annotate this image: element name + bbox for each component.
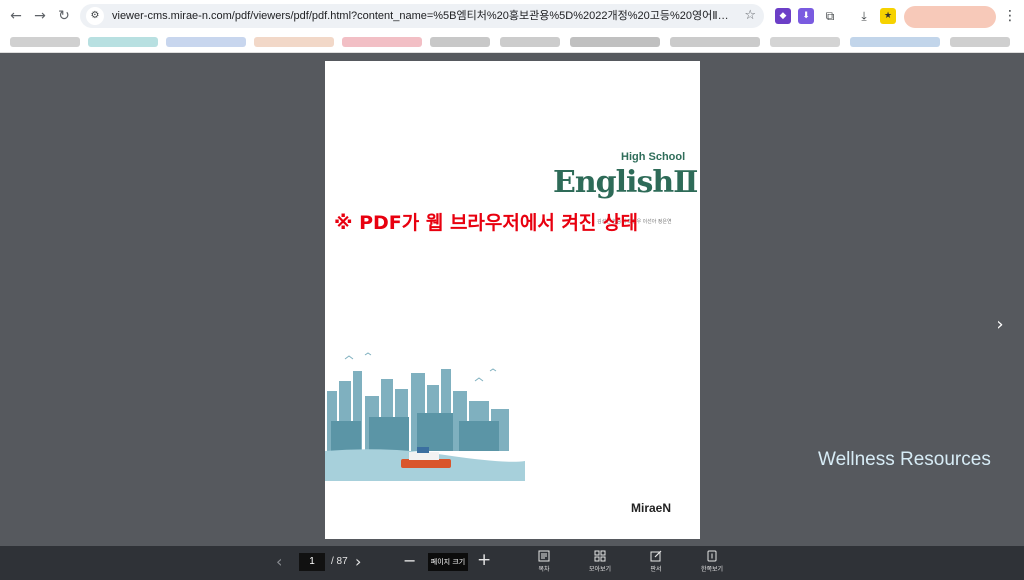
bookmark-item[interactable] [670,37,760,47]
bookmark-item[interactable] [570,37,660,47]
bookmark-item[interactable] [88,37,158,47]
overview-button[interactable]: 모아보기 [580,550,620,578]
puzzle-icon[interactable]: ⧉ [822,8,838,24]
watermark-text: Wellness Resources [818,449,991,470]
site-info-icon[interactable]: ⚙ [86,7,104,25]
download-extension-icon[interactable]: ⬇ [798,8,814,24]
address-bar[interactable]: ⚙ viewer-cms.mirae-n.com/pdf/viewers/pdf… [80,4,764,28]
single-page-button[interactable]: 한쪽보기 [692,550,732,578]
book-title: EnglishⅡ [553,165,698,200]
grid-icon [594,550,606,562]
single-page-icon [707,550,717,562]
viewer-status-note: ※ PDF가 웹 브라우저에서 켜진 상태 [334,212,638,234]
url-text[interactable]: viewer-cms.mirae-n.com/pdf/viewers/pdf/p… [112,4,732,28]
zoom-in-icon[interactable]: + [477,550,491,570]
profile-chip[interactable] [904,6,996,28]
pen-icon [650,550,662,562]
annotate-label: 판서 [650,566,662,573]
more-menu-icon[interactable]: ⋮ [1002,6,1018,26]
extension-icon[interactable]: ◆ [775,8,791,24]
page-number-input[interactable]: 1 [299,553,325,571]
browser-toolbar: ← → ↻ ⚙ viewer-cms.mirae-n.com/pdf/viewe… [0,3,1024,29]
bookmark-item[interactable] [500,37,560,47]
back-arrow-icon[interactable]: ← [6,6,26,26]
toc-label: 목차 [538,566,550,573]
page-total: / 87 [331,556,348,567]
bookmarks-bar [0,32,1024,52]
toc-button[interactable]: 목차 [524,550,564,578]
viewer-toolbar: ‹ 1 / 87 › − 페이지 크기 + 목차 모아보기 판서 한쪽보기 [0,546,1024,580]
bookmark-item[interactable] [430,37,490,47]
bookmark-item[interactable] [342,37,422,47]
bookmark-item[interactable] [166,37,246,47]
bookmark-item[interactable] [950,37,1010,47]
zoom-mode-select[interactable]: 페이지 크기 [428,553,468,571]
city-skyline-illustration [325,352,525,481]
bookmark-item[interactable] [770,37,840,47]
downloads-icon[interactable]: ⤓ [856,8,872,24]
browser-chrome: ← → ↻ ⚙ viewer-cms.mirae-n.com/pdf/viewe… [0,0,1024,53]
previous-page-chevron-icon[interactable]: ‹ [276,552,282,571]
overview-label: 모아보기 [588,566,612,573]
toc-icon [538,550,550,562]
publisher-logo: MiraeN [631,501,672,515]
bookmark-item[interactable] [254,37,334,47]
next-page-button-icon[interactable]: › [355,552,361,571]
forward-arrow-icon[interactable]: → [30,6,50,26]
next-page-chevron-icon[interactable]: › [990,313,1010,337]
zoom-out-icon[interactable]: − [403,551,416,570]
reload-icon[interactable]: ↻ [54,6,74,26]
bookmark-star-icon[interactable]: ☆ [744,6,756,26]
profile-extension-icon[interactable]: ★ [880,8,896,24]
pdf-viewer[interactable]: High School EnglishⅡ 김성연 한승리 최정우 이선아 정은연 [0,53,1024,546]
annotate-button[interactable]: 판서 [636,550,676,578]
single-page-label: 한쪽보기 [700,566,724,573]
bookmark-item[interactable] [10,37,80,47]
bookmark-item[interactable] [850,37,940,47]
pdf-page[interactable]: High School EnglishⅡ 김성연 한승리 최정우 이선아 정은연 [325,61,700,539]
series-label: High School [621,151,686,163]
